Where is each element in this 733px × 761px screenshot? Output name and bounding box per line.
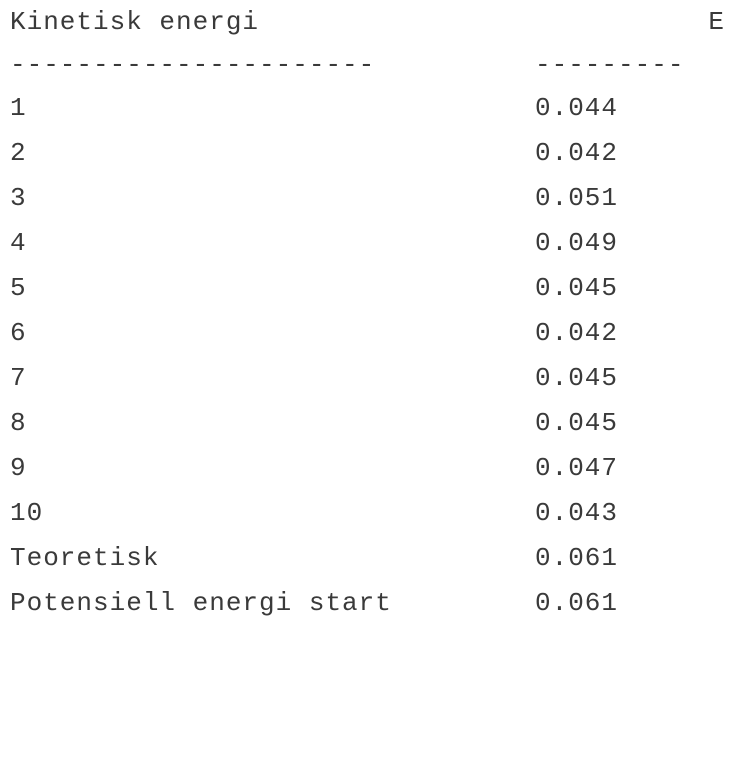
table-row: 6 0.042 <box>10 311 725 356</box>
table-row: 4 0.049 <box>10 221 725 266</box>
table-row: 7 0.045 <box>10 356 725 401</box>
table-row: 3 0.051 <box>10 176 725 221</box>
table-row: 2 0.042 <box>10 131 725 176</box>
row-label: 5 <box>10 273 27 303</box>
header-kinetic-energy: Kinetisk energi <box>10 7 260 37</box>
row-value: 0.042 <box>535 138 619 168</box>
table-divider: ---------------------- --------- <box>10 40 725 86</box>
header-e: E <box>708 7 725 37</box>
row-value: 0.051 <box>535 183 619 213</box>
divider-col2: --------- <box>535 50 685 80</box>
row-label: 6 <box>10 318 27 348</box>
row-label: 2 <box>10 138 27 168</box>
table-row: 1 0.044 <box>10 86 725 131</box>
row-value: 0.049 <box>535 228 619 258</box>
table-row: Teoretisk 0.061 <box>10 536 725 581</box>
row-value: 0.047 <box>535 453 619 483</box>
table-row: Potensiell energi start 0.061 <box>10 581 725 626</box>
table-header: Kinetisk energi E <box>10 0 725 40</box>
row-value: 0.045 <box>535 408 619 438</box>
row-label: 1 <box>10 93 27 123</box>
row-value: 0.042 <box>535 318 619 348</box>
table-row: 9 0.047 <box>10 446 725 491</box>
table-row: 8 0.045 <box>10 401 725 446</box>
row-label: 7 <box>10 363 27 393</box>
row-value: 0.043 <box>535 498 619 528</box>
table-row: 5 0.045 <box>10 266 725 311</box>
row-label: Teoretisk <box>10 543 160 573</box>
energy-table: Kinetisk energi E ----------------------… <box>10 0 725 626</box>
row-label: Potensiell energi start <box>10 588 392 618</box>
row-label: 4 <box>10 228 27 258</box>
row-label: 10 <box>10 498 44 528</box>
row-label: 9 <box>10 453 27 483</box>
row-value: 0.045 <box>535 273 619 303</box>
row-label: 3 <box>10 183 27 213</box>
divider-col1: ---------------------- <box>10 50 376 80</box>
row-value: 0.061 <box>535 588 619 618</box>
row-value: 0.044 <box>535 93 619 123</box>
row-label: 8 <box>10 408 27 438</box>
row-value: 0.061 <box>535 543 619 573</box>
row-value: 0.045 <box>535 363 619 393</box>
table-row: 10 0.043 <box>10 491 725 536</box>
